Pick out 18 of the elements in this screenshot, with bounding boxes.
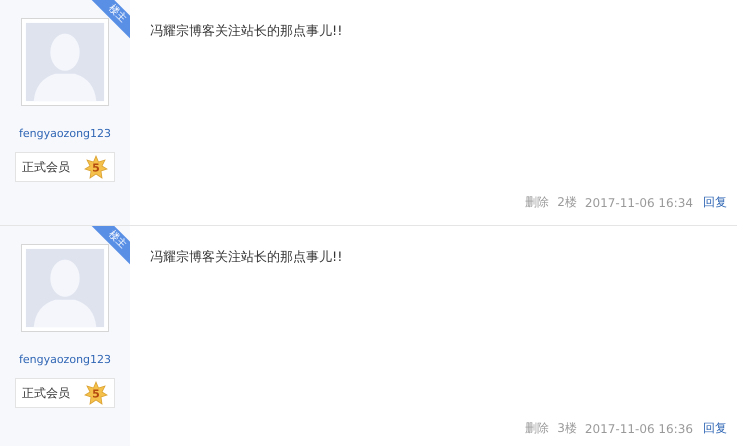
avatar-icon (21, 244, 109, 332)
post-content: 冯耀宗博客关注站长的那点事儿!! (150, 249, 344, 267)
username-link[interactable]: fengyaozong123 (18, 353, 112, 366)
post-time: 2017-11-06 16:34 (584, 196, 693, 210)
level-star-icon: 5 (84, 381, 108, 405)
avatar-icon (21, 18, 109, 106)
delete-link[interactable]: 删除 (525, 194, 550, 211)
level-star-icon: 5 (84, 155, 108, 179)
floor-number: 2楼 (557, 194, 577, 211)
post-content: 冯耀宗博客关注站长的那点事儿!! (150, 23, 344, 41)
reply-link[interactable]: 回复 (703, 194, 727, 211)
username-link[interactable]: fengyaozong123 (18, 127, 112, 140)
reply-link[interactable]: 回复 (703, 420, 727, 437)
floor-number: 3楼 (557, 420, 577, 437)
rank-label: 正式会员 (22, 384, 70, 402)
rank-label: 正式会员 (22, 158, 70, 176)
delete-link[interactable]: 删除 (525, 420, 550, 437)
post-time: 2017-11-06 16:36 (584, 422, 693, 436)
